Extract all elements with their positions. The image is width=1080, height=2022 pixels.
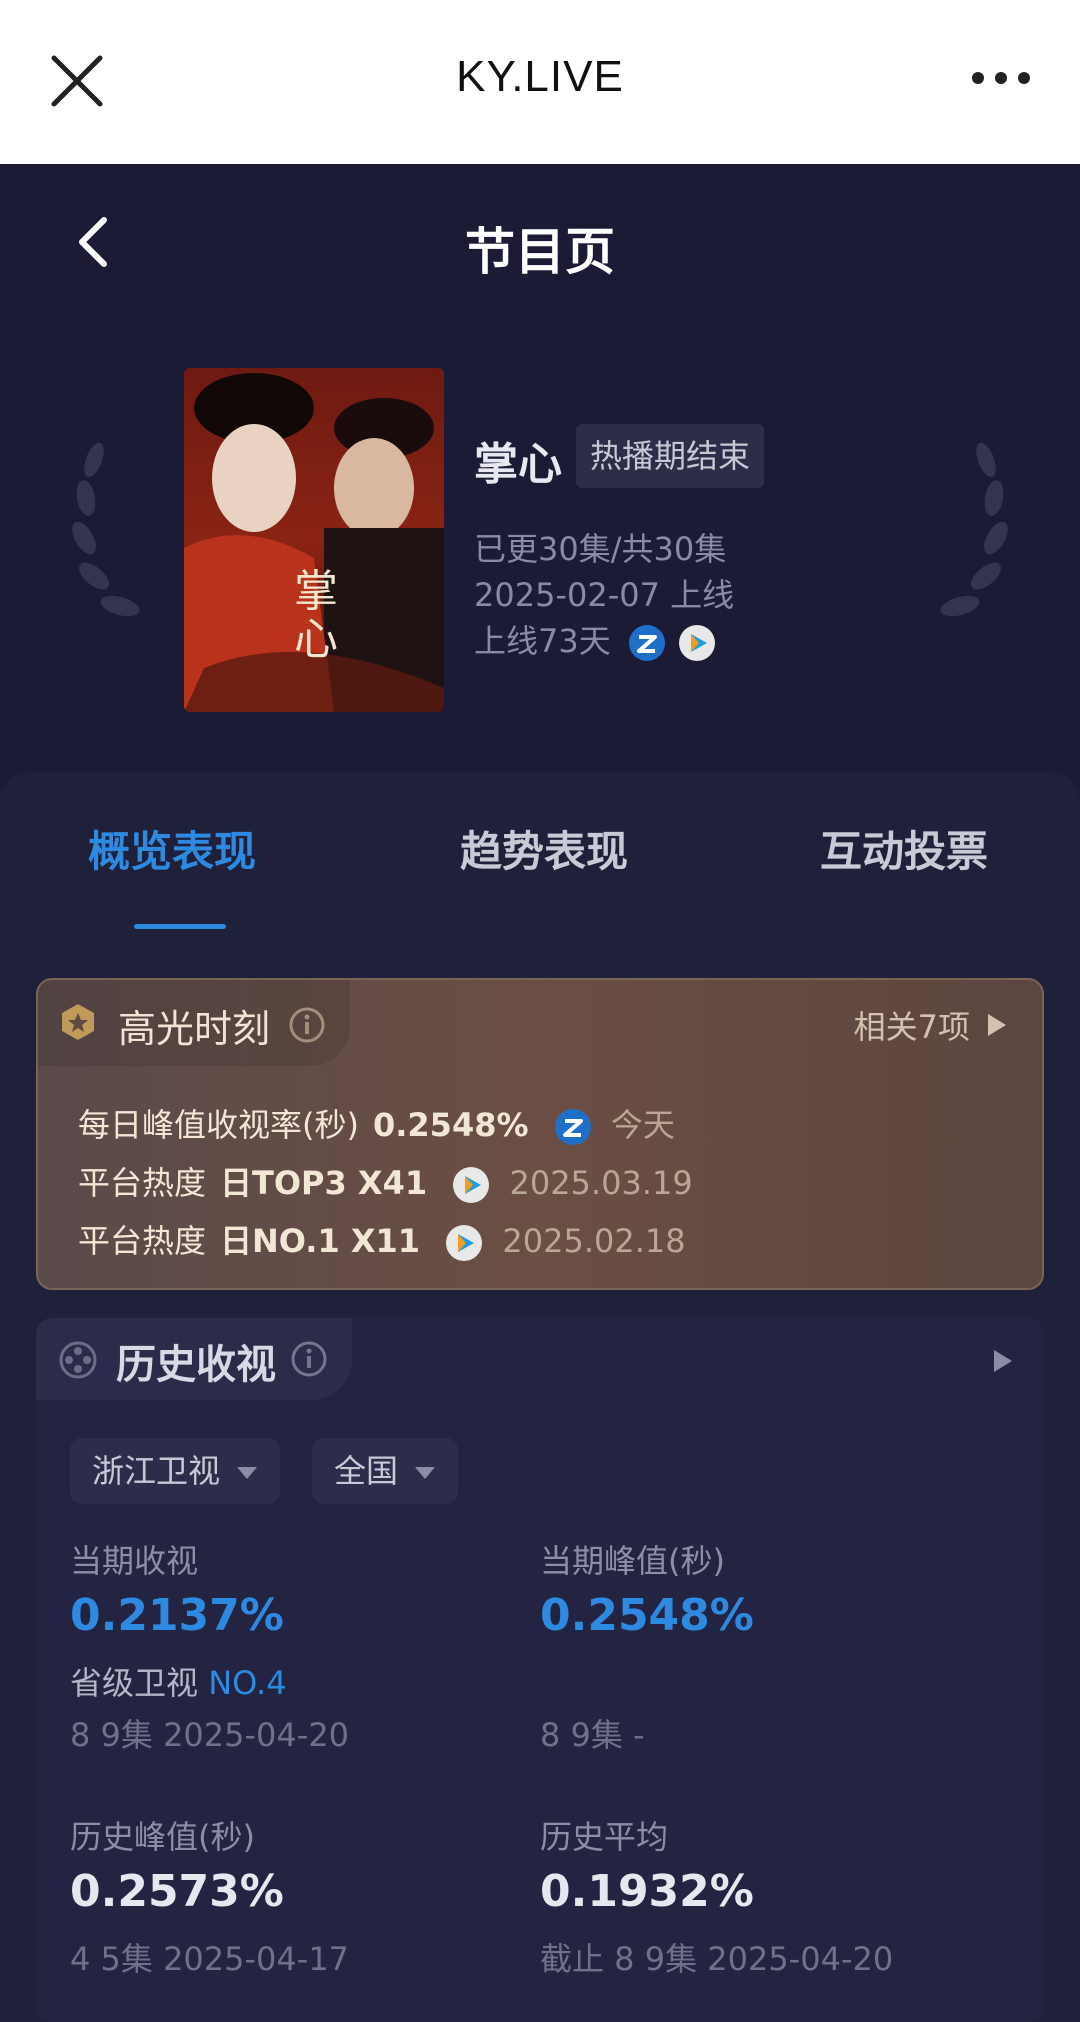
streaming-platform-icon [453, 1167, 490, 1203]
more-options-icon[interactable] [970, 64, 1032, 92]
show-name: 掌心 [474, 439, 562, 490]
tab-vote[interactable]: 互动投票 [820, 818, 988, 879]
info-icon[interactable] [290, 1340, 328, 1378]
historical-peak-value: 0.2573% [70, 1866, 284, 1917]
browser-title: KY.LIVE [456, 52, 624, 101]
poster-title: 掌心 [294, 566, 338, 665]
play-arrow-icon[interactable] [986, 1012, 1008, 1038]
episode-count: 已更30集/共30集 [474, 530, 727, 568]
info-icon[interactable] [288, 1006, 326, 1044]
browser-top-bar: KY.LIVE [0, 0, 1080, 164]
laurel-left-icon [72, 442, 140, 617]
current-peak-label: 当期峰值(秒) [540, 1542, 725, 1580]
show-poster[interactable]: 掌心 [184, 368, 444, 712]
zhejiang-tv-icon [628, 625, 665, 661]
rank-text: 省级卫视 NO.4 [70, 1664, 287, 1702]
tab-overview[interactable]: 概览表现 [88, 818, 256, 879]
status-badge: 热播期结束 [576, 424, 765, 488]
historical-average-label: 历史平均 [540, 1818, 669, 1856]
related-items-link[interactable]: 相关7项 [854, 1002, 970, 1048]
premiere-date: 2025-02-07 上线 [474, 576, 735, 614]
laurel-right-icon [940, 442, 1008, 617]
historical-average-value: 0.1932% [540, 1866, 754, 1917]
film-reel-icon [59, 1341, 97, 1379]
region-filter-dropdown[interactable]: 全国 [312, 1438, 459, 1504]
highlight-row: 每日峰值收视率(秒) 0.2548% 今天 [78, 1106, 675, 1145]
streaming-platform-icon [446, 1225, 483, 1261]
historical-peak-episode: 4 5集 2025-04-17 [70, 1940, 350, 1978]
highlight-row: 平台热度 日TOP3 X41 2025.03.19 [78, 1164, 693, 1203]
days-online-row: 上线73天 [474, 616, 716, 662]
tab-trend[interactable]: 趋势表现 [460, 818, 628, 879]
rank-value: NO.4 [208, 1664, 287, 1702]
page-title: 节目页 [465, 223, 615, 281]
history-title: 历史收视 [116, 1342, 276, 1388]
highlights-card: 高光时刻 相关7项 每日峰值收视率(秒) 0.2548% 今天 平台热度 日TOP3… [36, 978, 1044, 1290]
chevron-down-icon [415, 1467, 436, 1479]
channel-filter-dropdown[interactable]: 浙江卫视 [70, 1438, 281, 1504]
current-rating-value: 0.2137% [70, 1590, 284, 1641]
days-online: 上线73天 [474, 622, 611, 660]
highlights-title: 高光时刻 [118, 1007, 271, 1051]
active-tab-indicator [134, 924, 226, 929]
current-peak-episode: 8 9集 - [540, 1716, 645, 1754]
zhejiang-tv-icon [554, 1109, 591, 1145]
streaming-platform-icon [679, 625, 716, 661]
chevron-down-icon [237, 1467, 258, 1479]
current-rating-label: 当期收视 [70, 1542, 199, 1580]
highlight-row: 平台热度 日NO.1 X11 2025.02.18 [78, 1222, 686, 1261]
play-arrow-icon[interactable] [992, 1348, 1014, 1374]
current-rating-episode: 8 9集 2025-04-20 [70, 1716, 350, 1754]
historical-peak-label: 历史峰值(秒) [70, 1818, 255, 1856]
current-peak-value: 0.2548% [540, 1590, 754, 1641]
medal-icon [62, 1004, 94, 1040]
historical-average-episode: 截止 8 9集 2025-04-20 [540, 1940, 894, 1978]
